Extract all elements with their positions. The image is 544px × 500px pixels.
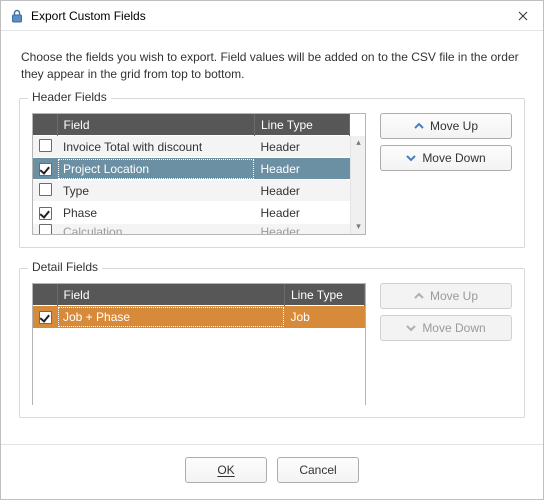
cell-type: Header [255,224,350,234]
lock-icon [9,8,25,24]
ok-button[interactable]: OK [185,457,267,483]
move-down-button: Move Down [380,315,512,341]
move-up-label: Move Up [430,119,478,133]
scroll-down-icon[interactable]: ▾ [351,220,366,234]
header-row: Field Line Type [33,114,350,136]
title-bar: Export Custom Fields [1,1,543,31]
scroll-up-icon[interactable]: ▴ [351,136,366,150]
col-checkbox[interactable] [33,114,57,136]
scrollbar[interactable]: ▴ ▾ [350,136,365,234]
close-icon [518,11,528,21]
col-linetype[interactable]: Line Type [255,114,350,136]
close-button[interactable] [503,1,543,31]
grid-empty-area [33,328,365,406]
table-row[interactable]: Type Header [33,180,350,202]
cell-field: Phase [57,202,255,224]
table-row[interactable]: Project Location Header [33,158,350,180]
move-down-button[interactable]: Move Down [380,145,512,171]
header-fields-group: Header Fields Field Line Type [19,98,525,248]
table-row[interactable]: Calculation Header [33,224,350,234]
detail-fields-table: Field Line Type Job + Phase Job [33,284,365,328]
header-row: Field Line Type [33,284,365,306]
row-checkbox[interactable] [39,224,52,234]
table-row[interactable]: Phase Header [33,202,350,224]
move-up-button: Move Up [380,283,512,309]
header-fields-label: Header Fields [28,90,111,104]
row-checkbox[interactable] [39,311,52,324]
cell-field: Calculation [57,224,255,234]
table-row[interactable]: Invoice Total with discount Header [33,136,350,158]
row-checkbox[interactable] [39,183,52,196]
move-up-button[interactable]: Move Up [380,113,512,139]
row-checkbox[interactable] [39,163,52,176]
header-fields-grid[interactable]: Field Line Type Invoice Total with disco… [32,113,366,235]
chevron-up-icon [414,291,424,301]
table-row[interactable]: Job + Phase Job [33,306,365,328]
cell-field: Job + Phase [57,306,285,328]
cell-type: Header [255,202,350,224]
col-linetype[interactable]: Line Type [285,284,365,306]
move-down-label: Move Down [422,321,485,335]
header-buttons: Move Up Move Down [380,113,512,171]
dialog-footer: OK Cancel [1,444,543,497]
col-checkbox[interactable] [33,284,57,306]
move-down-label: Move Down [422,151,485,165]
col-field[interactable]: Field [57,284,285,306]
detail-fields-group: Detail Fields Field Line Type [19,268,525,418]
detail-buttons: Move Up Move Down [380,283,512,341]
col-field[interactable]: Field [57,114,255,136]
instructions-text: Choose the fields you wish to export. Fi… [21,49,523,84]
row-checkbox[interactable] [39,139,52,152]
chevron-down-icon [406,153,416,163]
cell-type: Job [285,306,365,328]
cell-field: Invoice Total with discount [57,136,255,158]
chevron-up-icon [414,121,424,131]
detail-fields-grid[interactable]: Field Line Type Job + Phase Job [32,283,366,405]
cancel-button[interactable]: Cancel [277,457,359,483]
chevron-down-icon [406,323,416,333]
row-checkbox[interactable] [39,207,52,220]
cell-field: Project Location [57,158,255,180]
detail-fields-label: Detail Fields [28,260,102,274]
window-title: Export Custom Fields [31,9,503,23]
header-fields-table: Field Line Type Invoice Total with disco… [33,114,350,234]
dialog-content: Choose the fields you wish to export. Fi… [1,31,543,444]
cell-type: Header [255,158,350,180]
cell-type: Header [255,180,350,202]
cell-type: Header [255,136,350,158]
cell-field: Type [57,180,255,202]
move-up-label: Move Up [430,289,478,303]
